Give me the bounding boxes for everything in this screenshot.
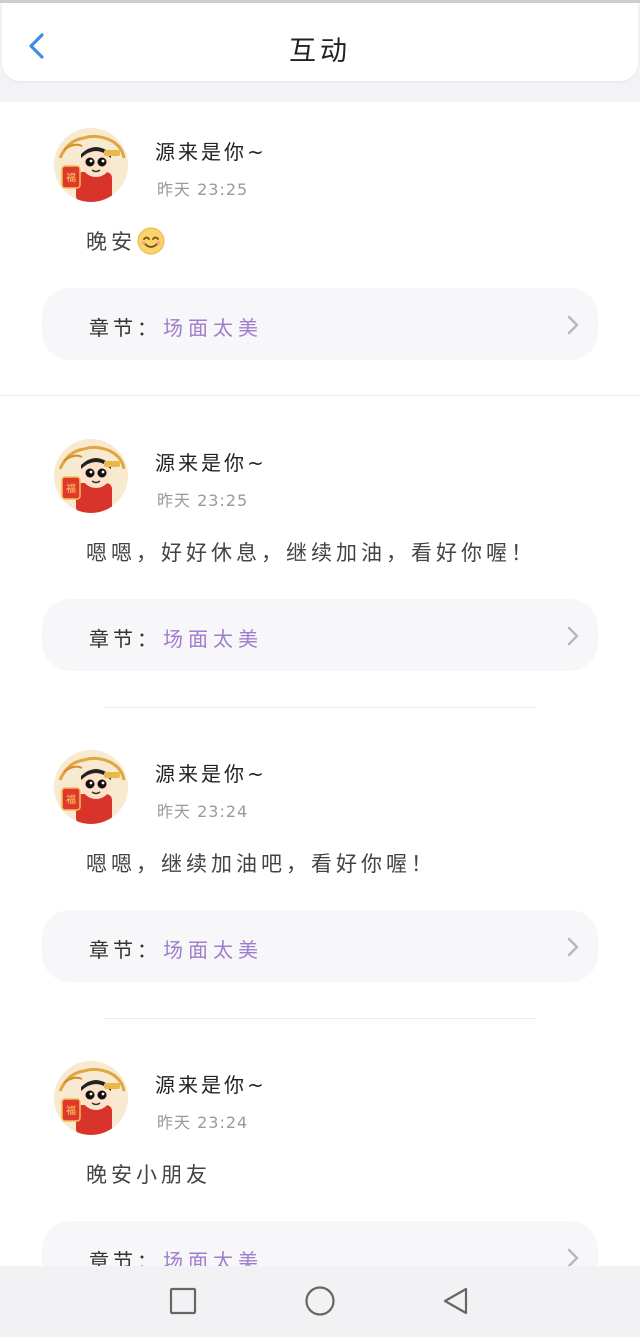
username[interactable]: 源来是你~ [155,136,267,165]
comment-text: 晚安小朋友 [86,1163,211,1187]
list-item: 源来是你~ 昨天 23:24 嗯嗯，继续加油吧，看好你喔！ 章节： 场面太美 [0,724,640,1035]
app-header: 互动 [2,3,638,81]
comment-text: 嗯嗯，好好休息，继续加油，看好你喔！ [86,541,536,565]
avatar[interactable] [54,750,128,824]
avatar[interactable] [54,439,128,513]
chapter-name: 场面太美 [163,1249,263,1266]
page-title: 互动 [289,36,351,67]
chapter-name: 场面太美 [163,627,263,651]
nav-back-button[interactable] [439,1284,473,1318]
chapter-name: 场面太美 [163,316,263,340]
home-button[interactable] [303,1284,337,1318]
list-item: 源来是你~ 昨天 23:24 晚安小朋友 章节： 场面太美 [0,1035,640,1266]
triangle-back-icon [443,1287,468,1315]
divider [0,395,640,396]
chapter-prefix: 章节： [89,316,161,340]
list-item: 源来是你~ 昨天 23:25 嗯嗯，好好休息，继续加油，看好你喔！ 章节： 场面… [0,413,640,724]
chapter-link[interactable]: 章节： 场面太美 [42,1221,598,1266]
circle-icon [305,1286,335,1316]
timestamp: 昨天 23:24 [157,802,249,821]
list-item: 源来是你~ 昨天 23:25 晚安 章节： 场面太美 [0,102,640,413]
comment-text: 晚安 [86,226,165,256]
chevron-right-icon [567,1248,579,1266]
chapter-link[interactable]: 章节： 场面太美 [42,910,598,982]
divider [104,1018,536,1019]
chapter-prefix: 章节： [89,938,161,962]
username[interactable]: 源来是你~ [155,1069,267,1098]
divider [104,707,536,708]
avatar[interactable] [54,128,128,202]
chapter-prefix: 章节： [89,1249,161,1266]
chevron-right-icon [567,626,579,646]
recent-apps-button[interactable] [166,1284,200,1318]
chapter-link[interactable]: 章节： 场面太美 [42,599,598,671]
system-nav-bar [0,1266,640,1337]
avatar[interactable] [54,1061,128,1135]
comment-body: 晚安 [86,230,136,254]
square-icon [169,1287,197,1315]
username[interactable]: 源来是你~ [155,758,267,787]
timestamp: 昨天 23:24 [157,1113,249,1132]
smiling-face-icon [137,227,165,255]
chapter-name: 场面太美 [163,938,263,962]
chevron-right-icon [567,937,579,957]
interaction-list[interactable]: 源来是你~ 昨天 23:25 晚安 章节： 场面太美 源来是你~ 昨天 23:2… [0,102,640,1266]
chapter-link[interactable]: 章节： 场面太美 [42,288,598,360]
comment-text: 嗯嗯，继续加油吧，看好你喔！ [86,852,436,876]
timestamp: 昨天 23:25 [157,180,249,199]
username[interactable]: 源来是你~ [155,447,267,476]
chevron-right-icon [567,315,579,335]
timestamp: 昨天 23:25 [157,491,249,510]
chapter-prefix: 章节： [89,627,161,651]
